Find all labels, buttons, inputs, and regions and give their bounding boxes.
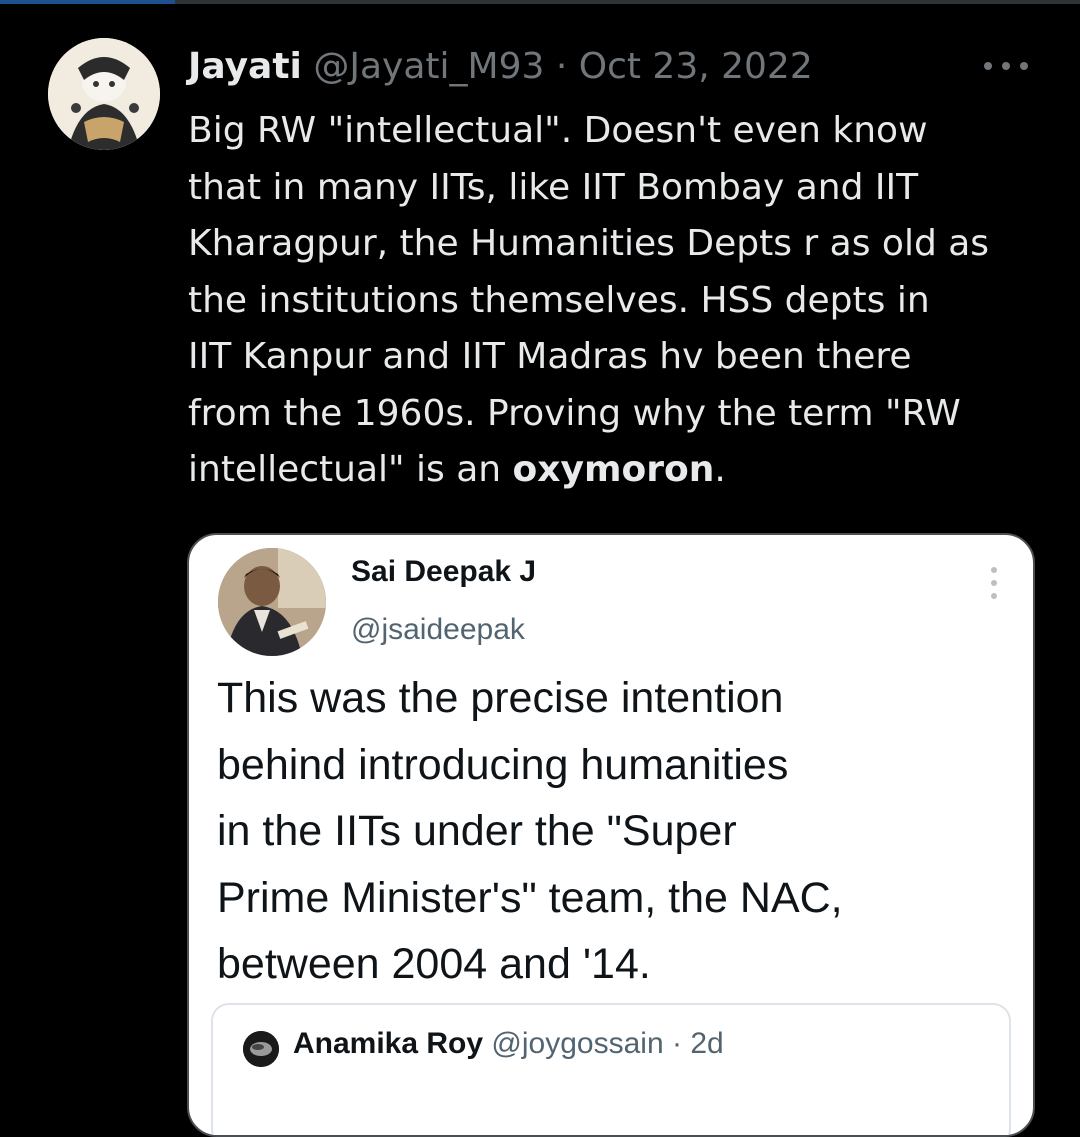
author-avatar[interactable] [48, 38, 160, 150]
quoted-line: in the IITs under the "Super [217, 807, 737, 855]
dot [991, 580, 997, 586]
quoted-line: This was the precise intention [217, 674, 784, 722]
quoted-tweet-text: This was the precise intention behind in… [217, 665, 1017, 998]
dot [1020, 62, 1028, 70]
nested-separator: · [671, 1027, 682, 1060]
tweet-line-last: intellectual" is an oxymoron. [188, 442, 1058, 499]
dot [991, 593, 997, 599]
quoted-line: Prime Minister's" team, the NAC, [217, 873, 843, 922]
tweet-line: Kharagpur, the Humanities Depts r as old… [188, 223, 990, 264]
more-horizontal-icon[interactable] [984, 52, 1028, 80]
quoted-line: behind introducing humanities [217, 740, 789, 789]
quoted-tweet-card[interactable]: Sai Deepak J @jsaideepak This was the pr… [187, 533, 1035, 1137]
meta-separator: · [555, 46, 568, 87]
quoted-author-name[interactable]: Sai Deepak J [351, 555, 536, 589]
author-name[interactable]: Jayati [188, 46, 302, 87]
top-divider [0, 0, 1080, 4]
nested-time[interactable]: 2d [690, 1027, 723, 1060]
tweet-text-segment: . [714, 449, 726, 490]
active-tab-indicator [0, 0, 175, 4]
nested-header: Anamika Roy @joygossain · 2d [293, 1027, 724, 1061]
tweet-date[interactable]: Oct 23, 2022 [579, 46, 813, 87]
dot [1002, 62, 1010, 70]
dot [991, 567, 997, 573]
more-vertical-icon[interactable] [991, 567, 999, 599]
bold-word: oxymoron [512, 449, 715, 490]
author-handle[interactable]: @Jayati_M93 [313, 46, 544, 87]
tweet-line: that in many IITs, like IIT Bombay and I… [188, 166, 919, 208]
tweet-line: Big RW "intellectual". Doesn't even know [188, 110, 928, 151]
tweet-line: from the 1960s. Proving why the term "RW [188, 392, 961, 434]
nested-author-avatar[interactable] [243, 1031, 279, 1067]
tweet-line: the institutions themselves. HSS depts i… [188, 279, 930, 321]
tweet-text: Big RW "intellectual". Doesn't even know… [188, 103, 1058, 499]
nested-quoted-tweet[interactable]: Anamika Roy @joygossain · 2d [211, 1003, 1011, 1135]
quoted-author-avatar[interactable] [218, 548, 326, 656]
dot [984, 62, 992, 70]
nested-author-handle[interactable]: @joygossain [491, 1027, 663, 1060]
tweet-header: Jayati @Jayati_M93 · Oct 23, 2022 [188, 40, 990, 94]
quoted-line: between 2004 and '14. [217, 940, 651, 988]
quoted-author-handle[interactable]: @jsaideepak [351, 613, 525, 647]
tweet-text-segment: intellectual" is an [188, 449, 513, 490]
tweet-line: IIT Kanpur and IIT Madras hv been there [188, 336, 912, 377]
nested-author-name[interactable]: Anamika Roy [293, 1027, 483, 1060]
